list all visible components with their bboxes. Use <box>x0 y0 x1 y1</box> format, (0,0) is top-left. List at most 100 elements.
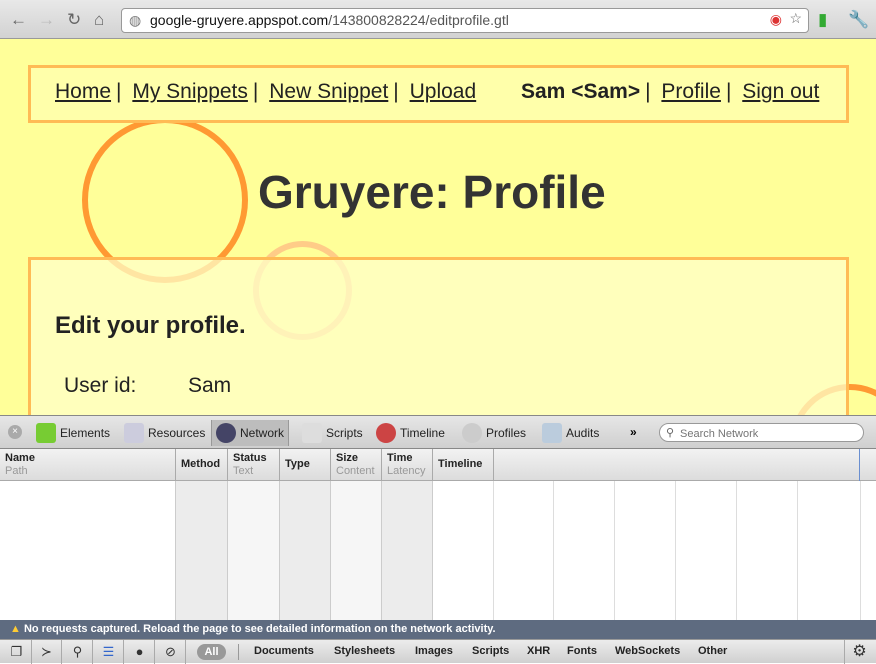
globe-icon: ◍ <box>129 12 142 28</box>
wrench-icon[interactable]: 🔧 <box>848 10 869 30</box>
forward-icon[interactable]: → <box>38 10 55 30</box>
timeline-gridline <box>736 481 737 620</box>
console-icon[interactable]: ≻ <box>32 640 62 664</box>
home-icon[interactable]: ⌂ <box>94 10 104 30</box>
tab-elements[interactable]: Elements <box>32 420 114 446</box>
column-subtitle: Content <box>336 465 375 477</box>
filter-images[interactable]: Images <box>415 645 453 657</box>
url-host: google-gruyere.appspot.com <box>150 12 329 28</box>
filter-fonts[interactable]: Fonts <box>567 645 597 657</box>
tab-timeline[interactable]: Timeline <box>372 420 449 446</box>
timeline-gridline <box>675 481 676 620</box>
devtools-toolbar: × Elements Resources Network Scripts Tim… <box>0 415 876 449</box>
tab-label: Audits <box>566 426 600 440</box>
timeline-gridline <box>797 481 798 620</box>
nav-bar: Home | My Snippets | New Snippet | Upload S… <box>28 65 849 123</box>
clear-icon[interactable]: ⊘ <box>156 640 186 664</box>
filter-other[interactable]: Other <box>698 645 727 657</box>
browser-toolbar: ← → ↻ ⌂ ◍ google-gruyere.appspot.com/143… <box>0 0 876 39</box>
network-status-bar: ▲ No requests captured. Reload the page … <box>0 620 876 639</box>
timeline-header-area <box>494 449 860 481</box>
separator: | <box>252 80 259 103</box>
divider <box>238 644 239 660</box>
separator: | <box>393 80 399 103</box>
nav-my-snippets[interactable]: My Snippets <box>132 80 248 103</box>
grid-column <box>280 481 331 620</box>
page-content: Home | My Snippets | New Snippet | Upload S… <box>0 39 876 415</box>
nav-home[interactable]: Home <box>55 80 111 103</box>
large-rows-icon[interactable]: ☰ <box>94 640 124 664</box>
filter-scripts[interactable]: Scripts <box>472 645 509 657</box>
address-bar[interactable]: ◍ google-gruyere.appspot.com/14380082822… <box>121 8 809 33</box>
nav-sign-out[interactable]: Sign out <box>742 80 819 103</box>
tab-scripts[interactable]: Scripts <box>298 420 367 446</box>
column-title: Size <box>336 452 359 464</box>
filter-stylesheets[interactable]: Stylesheets <box>334 645 395 657</box>
search-icon[interactable]: ⚲ <box>63 640 93 664</box>
column-size[interactable]: Size Content <box>331 449 382 481</box>
nav-profile[interactable]: Profile <box>661 80 721 103</box>
profile-form: Edit your profile. User id: Sam <box>28 257 849 415</box>
network-grid-body <box>0 481 876 620</box>
dock-icon[interactable]: ❐ <box>2 640 32 664</box>
audits-icon <box>542 423 562 443</box>
filter-websockets[interactable]: WebSockets <box>615 645 680 657</box>
column-type[interactable]: Type <box>280 449 331 481</box>
column-title: Timeline <box>438 458 483 470</box>
search-icon: ⚲ <box>666 427 675 439</box>
nav-new-snippet[interactable]: New Snippet <box>269 80 388 103</box>
column-subtitle: Path <box>5 465 28 477</box>
warning-icon: ▲ <box>10 623 21 635</box>
column-subtitle: Text <box>233 465 254 477</box>
tab-label: Elements <box>60 426 111 440</box>
tab-audits[interactable]: Audits <box>538 420 603 446</box>
search-network-input[interactable] <box>659 423 864 442</box>
filter-all[interactable]: All <box>197 644 226 660</box>
user-id-value: Sam <box>188 374 232 397</box>
grid-column <box>382 481 433 620</box>
tab-label: Profiles <box>486 426 527 440</box>
column-title: Type <box>285 458 310 470</box>
tab-label: Network <box>240 426 285 440</box>
column-timeline[interactable]: Timeline <box>433 449 494 481</box>
column-method[interactable]: Method <box>176 449 228 481</box>
timeline-gridline <box>493 481 494 620</box>
nav-upload[interactable]: Upload <box>410 80 477 103</box>
record-icon[interactable]: ● <box>125 640 155 664</box>
timeline-gridline <box>860 481 861 620</box>
tab-label: Resources <box>148 426 206 440</box>
tab-network[interactable]: Network <box>211 420 290 446</box>
devtools-bottom-bar: ❐ ≻ ⚲ ☰ ● ⊘ All Documents Stylesheets Im… <box>0 639 876 664</box>
column-time[interactable]: Time Latency <box>382 449 433 481</box>
filter-xhr[interactable]: XHR <box>527 645 550 657</box>
column-status[interactable]: Status Text <box>228 449 280 481</box>
grid-column <box>0 481 176 620</box>
filter-documents[interactable]: Documents <box>254 645 314 657</box>
close-devtools-icon[interactable]: × <box>8 425 22 439</box>
status-message: No requests captured. Reload the page to… <box>23 623 496 635</box>
column-title: Status <box>233 452 267 464</box>
column-title: Method <box>181 458 221 470</box>
column-title: Name <box>5 452 35 464</box>
reload-icon[interactable]: ↻ <box>67 10 81 30</box>
scripts-icon <box>302 423 322 443</box>
form-heading: Edit your profile. <box>55 312 246 339</box>
column-subtitle: Latency <box>387 465 426 477</box>
more-tabs-button[interactable]: » <box>630 425 637 439</box>
timeline-icon <box>376 423 396 443</box>
extension-icon[interactable]: ▮ <box>818 10 827 30</box>
chrome-icon: ◉ <box>769 11 782 27</box>
bookmark-star-icon[interactable]: ☆ <box>789 10 802 27</box>
grid-column <box>331 481 382 620</box>
profiles-icon <box>462 423 482 443</box>
tab-label: Timeline <box>400 426 445 440</box>
separator: | <box>725 80 732 103</box>
network-icon <box>216 423 236 443</box>
current-user: Sam <Sam> <box>521 80 641 103</box>
timeline-gridline <box>614 481 615 620</box>
back-icon[interactable]: ← <box>10 10 27 30</box>
tab-profiles[interactable]: Profiles <box>458 420 530 446</box>
column-name[interactable]: Name Path <box>0 449 176 481</box>
settings-gear-icon[interactable]: ⚙ <box>844 640 874 664</box>
tab-resources[interactable]: Resources <box>120 420 209 446</box>
